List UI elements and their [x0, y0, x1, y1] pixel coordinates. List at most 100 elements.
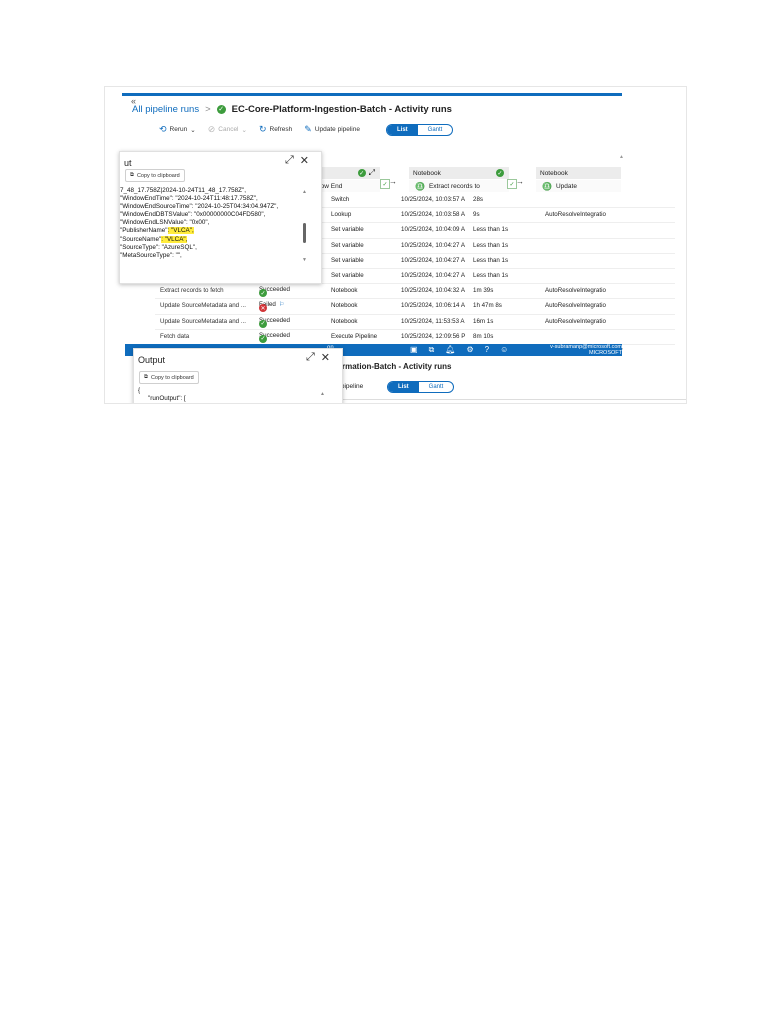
- update-pipeline-button[interactable]: ✎ Update pipeline: [304, 124, 360, 135]
- table-row[interactable]: Update SourceMetadata and ... Notebook 10/…: [155, 315, 675, 329]
- output-json: 7_48_17.758Z|2024-10-24T11_48_17.758Z", "…: [120, 187, 278, 260]
- duration: Less than 1s: [473, 256, 509, 264]
- activity-type: Notebook: [331, 317, 358, 325]
- view-toggle: List Gantt: [386, 124, 454, 136]
- chevron-down-icon: ⌄: [241, 126, 247, 134]
- json-line: "MetaSourceType": "",: [120, 251, 182, 259]
- json-line: "SourceName": "VLCA",: [120, 235, 188, 243]
- activity-type: Set variable: [331, 241, 364, 249]
- chevron-down-icon: ⌄: [190, 126, 196, 134]
- node-succeeded-icon: ✓: [357, 169, 366, 177]
- activity-status: ✕ Failed ⚐: [259, 301, 285, 313]
- json-line: "SourceType": "AzureSQL",: [120, 243, 197, 251]
- pipeline-node-partial[interactable]: h ✓ ⤢: [312, 167, 380, 179]
- screenshot-frame: « All pipeline runs > ✓ EC-Core-Platform…: [105, 87, 686, 403]
- table-row[interactable]: Update SourceMetadata and ... Notebook 10/…: [155, 299, 675, 313]
- account-info[interactable]: v-subramanp@microsoft.com MICROSOFT: [530, 344, 622, 356]
- panel-actions: ⤢ ✕: [285, 154, 309, 167]
- page-title: EC-Core-Platform-Ingestion-Batch - Activ…: [231, 103, 452, 115]
- integration-runtime: AutoResolveIntegratio: [545, 287, 606, 295]
- activity-type: Switch: [331, 196, 350, 203]
- succeeded-icon: ✓: [259, 319, 267, 328]
- pencil-icon: ✎: [304, 124, 312, 134]
- breadcrumb: All pipeline runs > ✓ EC-Core-Platform-I…: [132, 101, 452, 117]
- run-start: 10/25/2024, 10:04:09 A: [401, 226, 465, 234]
- pipeline-node-update[interactable]: Notebook: [536, 167, 621, 179]
- notebook-icon: ♎: [542, 181, 552, 191]
- copy-to-clipboard-button-2[interactable]: ⧉ Copy to clipboard: [139, 371, 199, 384]
- activity-name: Update SourceMetadata and ...: [160, 302, 246, 310]
- activity-name: Update SourceMetadata and ...: [160, 317, 246, 325]
- duration: 9s: [473, 211, 480, 219]
- run-start: 10/25/2024, 10:04:32 A: [401, 287, 465, 295]
- refresh-button[interactable]: ↻ Refresh: [259, 124, 292, 135]
- breadcrumb-link-all-runs[interactable]: All pipeline runs: [132, 104, 199, 115]
- integration-runtime: AutoResolveIntegratio: [545, 211, 606, 219]
- succeeded-icon: ✓: [259, 289, 267, 298]
- second-gantt-view-button[interactable]: Gantt: [419, 382, 454, 392]
- highlighted-value: : "VLCA",: [161, 235, 188, 243]
- pipeline-node-extract[interactable]: Notebook ✓: [409, 167, 509, 179]
- scroll-down-icon[interactable]: ▼: [302, 257, 307, 263]
- activity-type: Set variable: [331, 256, 364, 264]
- run-start: 10/25/2024, 12:09:56 P: [401, 332, 466, 340]
- divider: [330, 399, 686, 400]
- cancel-button[interactable]: ⊘ Cancel ⌄: [208, 124, 247, 135]
- run-start: 10/25/2024, 10:03:57 A: [401, 196, 465, 203]
- expand-icon[interactable]: ⤢: [369, 168, 375, 178]
- second-list-view-button[interactable]: List: [388, 382, 419, 392]
- directory-icon[interactable]: ⧉: [429, 345, 435, 355]
- activity-type: Execute Pipeline: [331, 332, 378, 340]
- second-view-toggle: List Gantt: [387, 381, 455, 393]
- taskbar-icons: ▣ ⧉ 🔔︎ ⚙ ? ☺: [410, 345, 508, 355]
- rerun-button[interactable]: ⟲ Rerun ⌄: [159, 124, 196, 135]
- activity-type: Set variable: [331, 226, 364, 234]
- duration: Less than 1s: [473, 272, 509, 279]
- feedback-icon[interactable]: ☺: [500, 345, 508, 355]
- run-start: 10/25/2024, 10:04:27 A: [401, 272, 465, 279]
- duration: 8m 10s: [473, 332, 494, 340]
- help-icon[interactable]: ?: [485, 345, 489, 355]
- error-details-icon[interactable]: ⚐: [279, 301, 285, 308]
- cloud-shell-icon[interactable]: ▣: [410, 345, 418, 355]
- grid-scroll-up-icon[interactable]: ▲: [619, 154, 624, 160]
- duration: 1h 47m 8s: [473, 302, 502, 310]
- close-icon[interactable]: ✕: [321, 351, 330, 364]
- json-line: "WindowEndTime": "2024-10-24T11:48:17.75…: [120, 195, 258, 203]
- activity-status: ✓ Succeeded: [259, 332, 290, 343]
- failed-icon: ✕: [259, 304, 267, 313]
- list-view-button[interactable]: List: [387, 125, 418, 135]
- gear-icon[interactable]: ⚙: [466, 345, 473, 355]
- duration: Less than 1s: [473, 241, 509, 249]
- scroll-up-icon[interactable]: ▲: [302, 189, 307, 195]
- pipeline-node-extract-sub: ♎ Extract records to: [409, 180, 509, 192]
- second-window-title: sformation-Batch - Activity runs: [330, 362, 452, 371]
- run-start: 10/25/2024, 10:03:58 A: [401, 211, 465, 219]
- rerun-icon: ⟲: [159, 124, 167, 134]
- duration: Less than 1s: [473, 226, 509, 234]
- pipeline-node-update-sub: ♎ Update: [536, 180, 621, 192]
- scroll-up-icon[interactable]: ▲: [320, 391, 325, 397]
- copy-to-clipboard-button[interactable]: ⧉ Copy to clipboard: [125, 169, 185, 182]
- run-start: 10/25/2024, 10:04:27 A: [401, 256, 465, 264]
- gantt-view-button[interactable]: Gantt: [418, 125, 453, 135]
- run-start: 10/25/2024, 10:06:14 A: [401, 302, 465, 310]
- duration: 28s: [473, 196, 483, 203]
- table-row[interactable]: Fetch data Execute Pipeline 10/25/2024, 12…: [155, 330, 675, 344]
- activity-status: ✓ Succeeded: [259, 286, 290, 298]
- breadcrumb-separator: >: [205, 103, 211, 115]
- pipeline-node-partial-sub: indow End: [312, 180, 380, 192]
- expand-icon[interactable]: ⤢: [285, 154, 294, 167]
- duration: 1m 39s: [473, 287, 494, 295]
- refresh-icon: ↻: [258, 124, 267, 134]
- bell-icon[interactable]: 🔔︎: [445, 345, 455, 355]
- close-icon[interactable]: ✕: [300, 154, 309, 167]
- json-line: "PublisherName": "VLCA",: [120, 227, 194, 235]
- integration-runtime: AutoResolveIntegratio: [545, 317, 606, 325]
- table-row[interactable]: Extract records to fetch Notebook 10/25/20…: [155, 284, 675, 298]
- activity-name: Extract records to fetch: [160, 287, 224, 295]
- output-scrollbar[interactable]: [303, 223, 306, 243]
- activity-name: Fetch data: [160, 332, 190, 340]
- expand-icon[interactable]: ⤢: [306, 351, 315, 364]
- activity-type: Lookup: [331, 211, 352, 219]
